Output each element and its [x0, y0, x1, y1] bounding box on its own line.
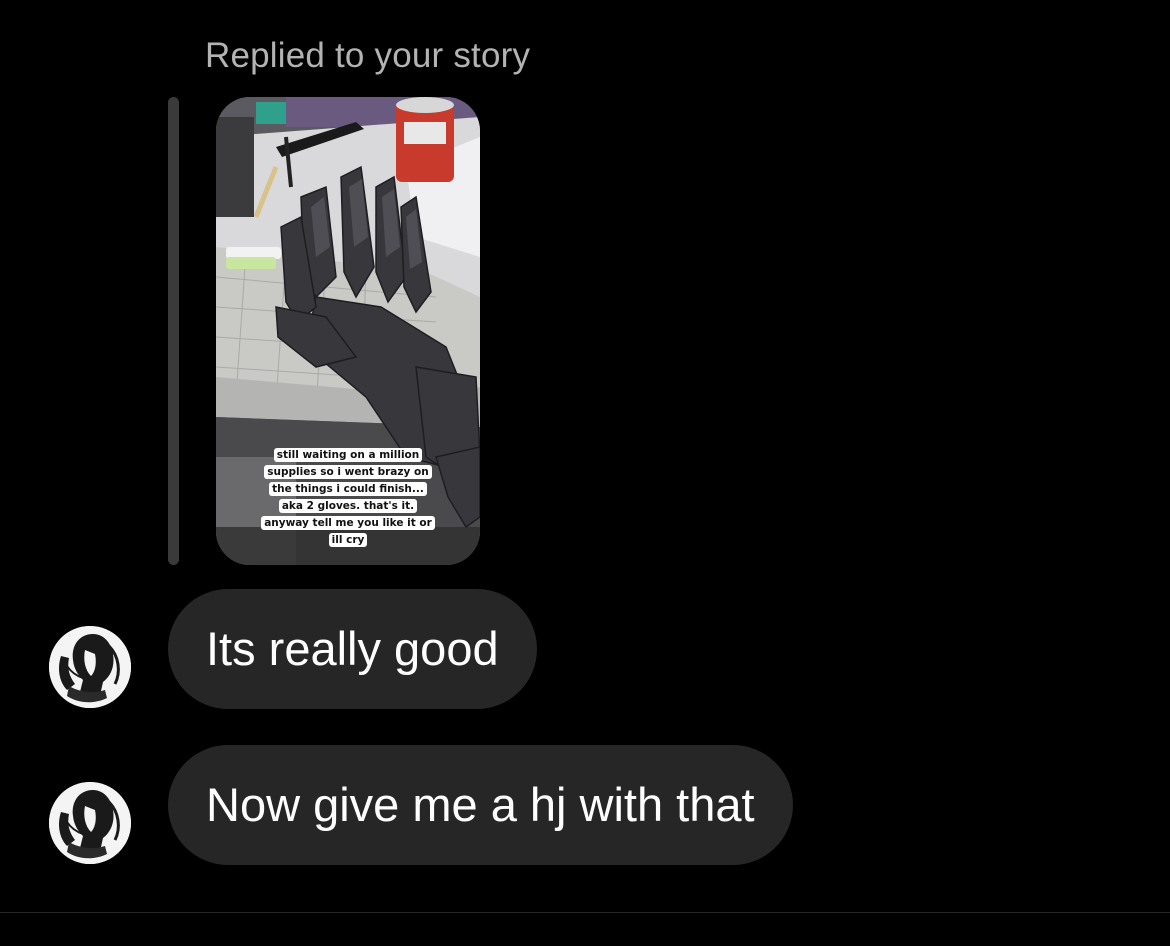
sender-avatar[interactable]	[49, 782, 131, 864]
quote-bar	[168, 97, 179, 565]
message-bubble[interactable]: Its really good	[168, 589, 537, 709]
profile-avatar-icon	[49, 782, 131, 864]
message-bubble[interactable]: Now give me a hj with that	[168, 745, 793, 865]
composer-divider	[0, 912, 1170, 913]
caption-line: still waiting on a million	[273, 448, 423, 462]
sender-avatar[interactable]	[49, 626, 131, 708]
caption-line: ill cry	[328, 533, 368, 547]
caption-line: the things i could finish...	[269, 482, 427, 496]
profile-avatar-icon	[49, 626, 131, 708]
story-caption: still waiting on a million supplies so i…	[216, 447, 480, 549]
story-thumbnail[interactable]: still waiting on a million supplies so i…	[216, 97, 480, 565]
caption-line: supplies so i went brazy on	[264, 465, 432, 479]
caption-line: anyway tell me you like it or	[261, 516, 435, 530]
caption-line: aka 2 gloves. that's it.	[278, 499, 418, 513]
story-reply-label: Replied to your story	[205, 36, 531, 75]
